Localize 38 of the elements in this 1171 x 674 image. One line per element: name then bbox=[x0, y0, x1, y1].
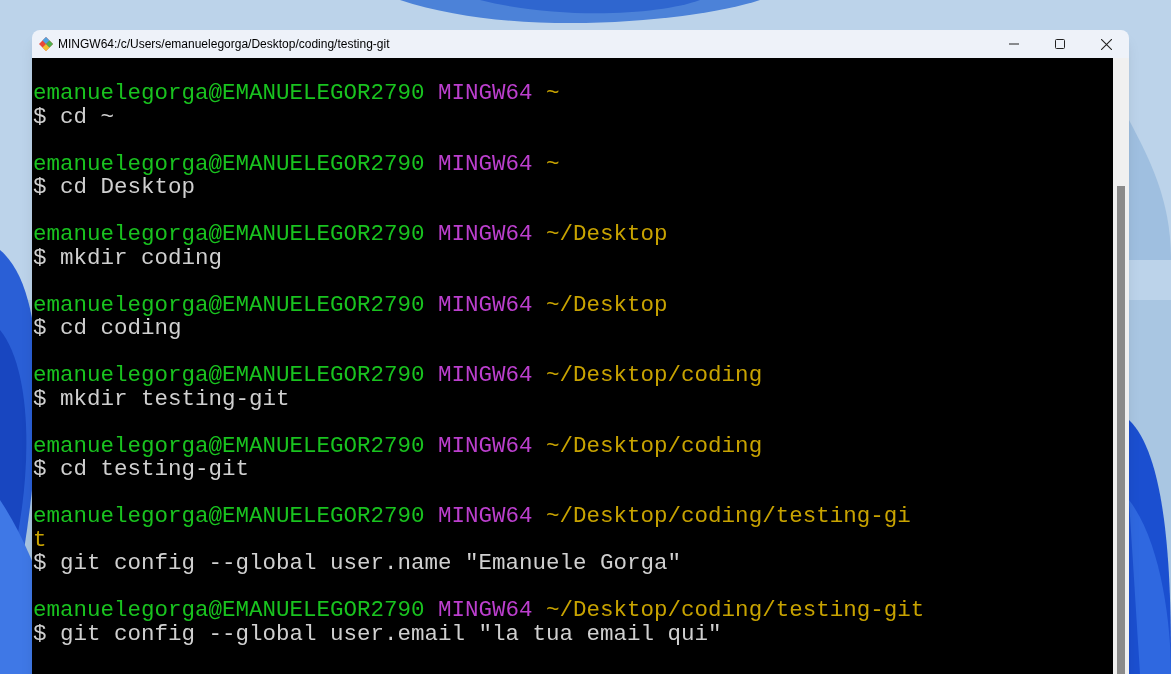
prompt-user: emanuelegorga@EMANUELEGOR2790 bbox=[33, 293, 425, 317]
prompt-host: MINGW64 bbox=[438, 223, 533, 247]
prompt-path: t bbox=[33, 528, 47, 552]
command-line: $ cd ~ bbox=[33, 105, 114, 129]
window-title: MINGW64:/c/Users/emanuelegorga/Desktop/coding/testing-git bbox=[58, 36, 390, 53]
prompt-path: ~/Desktop/coding bbox=[546, 434, 763, 458]
git-logo-icon bbox=[38, 36, 54, 52]
prompt-host: MINGW64 bbox=[438, 82, 533, 106]
prompt-host: MINGW64 bbox=[438, 434, 533, 458]
prompt-host: MINGW64 bbox=[438, 505, 533, 529]
prompt-path: ~/Desktop/coding/testing-git bbox=[546, 599, 925, 623]
prompt-path: ~/Desktop/coding/testing-gi bbox=[546, 505, 911, 529]
prompt-user: emanuelegorga@EMANUELEGOR2790 bbox=[33, 152, 425, 176]
command-line: $ cd coding bbox=[33, 317, 182, 341]
prompt-path: ~ bbox=[546, 152, 560, 176]
prompt-user: emanuelegorga@EMANUELEGOR2790 bbox=[33, 599, 425, 623]
command-line: $ mkdir coding bbox=[33, 246, 223, 270]
close-icon bbox=[1100, 38, 1112, 50]
maximize-icon bbox=[1055, 39, 1065, 49]
prompt-host: MINGW64 bbox=[438, 364, 533, 388]
prompt-host: MINGW64 bbox=[438, 599, 533, 623]
prompt-user: emanuelegorga@EMANUELEGOR2790 bbox=[33, 505, 425, 529]
command-line: $ git config --global user.email "la tua email qui" bbox=[33, 622, 722, 646]
command-line: $ cd testing-git bbox=[33, 458, 250, 482]
prompt-path: ~/Desktop/coding bbox=[546, 364, 763, 388]
prompt-path: ~/Desktop bbox=[546, 223, 668, 247]
command-line: $ mkdir testing-git bbox=[33, 387, 290, 411]
prompt-user: emanuelegorga@EMANUELEGOR2790 bbox=[33, 364, 425, 388]
command-line: $ git config --global user.name "Emanuele Gorga" bbox=[33, 552, 682, 576]
prompt-host: MINGW64 bbox=[438, 152, 533, 176]
scrollbar-thumb[interactable] bbox=[1117, 186, 1125, 674]
prompt-path: ~ bbox=[546, 82, 560, 106]
prompt-path: ~/Desktop bbox=[546, 293, 668, 317]
prompt-user: emanuelegorga@EMANUELEGOR2790 bbox=[33, 82, 425, 106]
command-line: $ cd Desktop bbox=[33, 176, 196, 200]
prompt-host: MINGW64 bbox=[438, 293, 533, 317]
prompt-user: emanuelegorga@EMANUELEGOR2790 bbox=[33, 434, 425, 458]
prompt-user: emanuelegorga@EMANUELEGOR2790 bbox=[33, 223, 425, 247]
